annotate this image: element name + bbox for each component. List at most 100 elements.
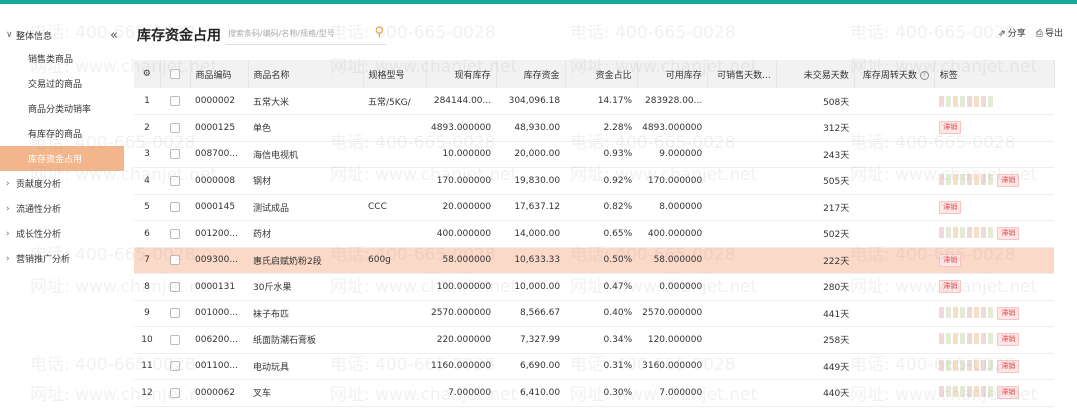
row-checkbox[interactable] [160, 141, 190, 168]
checkbox[interactable] [170, 361, 180, 371]
cell-name: 单色 [248, 114, 363, 142]
cell-turnover-days [854, 88, 935, 115]
column-settings-icon[interactable]: ⚙ [134, 60, 161, 88]
table-row[interactable]: 7 009300... 惠氏启赋奶粉2段 600g 58.000000 10,633.33… [134, 247, 1055, 274]
sidebar-item-category-turnover[interactable]: 商品分类动销率 [0, 96, 124, 121]
column-header[interactable]: 商品名称 [248, 60, 364, 88]
column-header[interactable]: 标签 [934, 60, 1055, 88]
table-row[interactable]: 1 0000002 五常大米 五常/5KG/284144.00... 304,096.1… [134, 88, 1055, 115]
column-header[interactable]: 未交易天数 [776, 60, 855, 88]
export-button[interactable]: ⎙ 导出 [1036, 26, 1063, 39]
checkbox[interactable] [170, 334, 180, 345]
row-checkbox[interactable] [160, 167, 190, 195]
cell-percent: 0.92% [565, 167, 638, 195]
row-checkbox[interactable] [160, 379, 190, 407]
row-number: 3 [134, 141, 160, 168]
share-button[interactable]: ⇗ 分享 [998, 26, 1026, 39]
row-checkbox[interactable] [160, 300, 190, 327]
cell-tags: 滞销 [934, 326, 1055, 354]
table-row[interactable]: 12 0000062 叉车 7.000000 6,410.00 0.30% 7.000000… [134, 379, 1055, 407]
table-row[interactable]: 8 0000131 30斤水果 100.000000 10,000.00 0.47% 0.0… [134, 273, 1055, 301]
table-row[interactable]: 2 0000125 单色 4893.000000 48,930.00 2.28% 4893.… [134, 114, 1055, 142]
cell-turnover-days [854, 247, 935, 274]
cell-turnover-days [854, 194, 935, 221]
table-row[interactable]: 10 006200... 纸面防潮石膏板 220.000000 7,327.99 0.34… [134, 326, 1055, 354]
sidebar-item-traded-goods[interactable]: 交易过的商品 [0, 71, 124, 96]
checkbox[interactable] [170, 308, 180, 318]
search-icon[interactable]: ⚲ [374, 25, 384, 40]
row-checkbox[interactable] [160, 353, 190, 380]
column-header[interactable]: 可用库存 [637, 60, 708, 88]
row-number: 9 [134, 300, 160, 327]
tag-color-bars [939, 386, 994, 398]
checkbox[interactable] [170, 149, 180, 159]
column-header[interactable]: 资金占比 [565, 60, 638, 88]
cell-sellable-days [707, 273, 777, 301]
column-header[interactable]: 商品编码 [190, 60, 249, 88]
cell-stock: 10.000000 [426, 141, 497, 168]
sidebar-item-stock-fund[interactable]: 库存资金占用 [0, 146, 124, 171]
cell-idle-days: 508天 [776, 88, 855, 115]
checkbox[interactable] [170, 387, 180, 398]
sidebar-item-in-stock[interactable]: 有库存的商品 [0, 121, 124, 146]
cell-available: 7.000000 [637, 379, 708, 407]
cell-percent: 0.30% [565, 379, 638, 407]
cell-turnover-days [854, 220, 935, 248]
cell-percent: 0.93% [565, 141, 638, 168]
sidebar-group-overall[interactable]: ∨ 整体信息 [0, 24, 124, 46]
cell-spec [363, 167, 426, 195]
search-input[interactable]: 搜索条码/编码/名称/规格/型号 ⚲ [226, 23, 386, 45]
cell-spec: 五常/5KG/ [363, 88, 426, 115]
column-header-turnover[interactable]: 库存周转天数 ? [854, 60, 935, 88]
info-icon[interactable]: ? [919, 70, 929, 80]
table-row[interactable]: 11 001100... 电动玩具 1160.000000 6,690.00 0.31% 3… [134, 353, 1055, 380]
sidebar-group-contribution[interactable]: › 贡献度分析 [0, 171, 124, 196]
table-header-row: ⚙ 商品编码 商品名称 规格型号 现有库存 库存资金 资金占比 可用库存 可销售… [134, 60, 1055, 88]
checkbox[interactable] [170, 122, 180, 133]
column-header[interactable]: 库存资金 [496, 60, 566, 88]
checkbox[interactable] [170, 202, 180, 212]
sidebar-group-marketing[interactable]: › 营销推广分析 [0, 246, 124, 271]
table-row[interactable]: 4 0000008 钢材 170.000000 19,830.00 0.92% 170.00… [134, 167, 1055, 195]
cell-fund: 304,096.18 [496, 88, 566, 115]
table-row[interactable]: 6 001200... 药材 400.000000 14,000.00 0.65% 400.… [134, 220, 1055, 248]
checkbox[interactable] [170, 175, 180, 186]
tag-color-bars [939, 227, 994, 239]
table-row[interactable]: 9 001000... 袜子布匹 2570.000000 8,566.67 0.40% 25… [134, 300, 1055, 327]
sidebar-item-label: 销售类商品 [28, 55, 74, 65]
cell-available: 283928.00... [637, 88, 708, 115]
cell-turnover-days [854, 379, 935, 407]
row-checkbox[interactable] [160, 114, 190, 142]
checkbox[interactable] [170, 228, 180, 239]
row-checkbox[interactable] [160, 194, 190, 221]
cell-sellable-days [707, 247, 777, 274]
collapse-sidebar-icon[interactable]: « [110, 28, 118, 43]
column-header[interactable]: 规格型号 [363, 60, 427, 88]
row-number: 6 [134, 220, 160, 248]
sidebar-group-label: 成长性分析 [16, 230, 62, 240]
column-header[interactable]: 现有库存 [426, 60, 497, 88]
row-checkbox[interactable] [160, 220, 190, 248]
row-checkbox[interactable] [160, 273, 190, 301]
sidebar-item-sales-goods[interactable]: 销售类商品 [0, 46, 124, 71]
cell-sellable-days [707, 88, 777, 115]
sidebar-group-liquidity[interactable]: › 流通性分析 [0, 196, 124, 221]
cell-percent: 0.40% [565, 300, 638, 327]
column-header[interactable]: 可销售天数... [707, 60, 777, 88]
cell-sellable-days [707, 379, 777, 407]
row-checkbox[interactable] [160, 326, 190, 354]
checkbox[interactable] [170, 95, 180, 106]
cell-spec: 600g [363, 247, 426, 274]
row-checkbox[interactable] [160, 88, 190, 115]
cell-code: 001100... [190, 353, 248, 380]
cell-spec [363, 273, 426, 301]
checkbox[interactable] [170, 255, 180, 265]
checkbox[interactable] [170, 281, 180, 292]
table-row[interactable]: 5 0000145 测试成品 CCC 20.000000 17,637.12 0.82% 8.… [134, 194, 1055, 221]
cell-name: 30斤水果 [248, 273, 363, 301]
row-checkbox[interactable] [160, 247, 190, 274]
select-all-checkbox[interactable] [160, 60, 191, 88]
sidebar-group-growth[interactable]: › 成长性分析 [0, 221, 124, 246]
cell-turnover-days [854, 141, 935, 168]
table-row[interactable]: 3 008700... 海信电视机 10.000000 20,000.00 0.93% 9.… [134, 141, 1055, 168]
